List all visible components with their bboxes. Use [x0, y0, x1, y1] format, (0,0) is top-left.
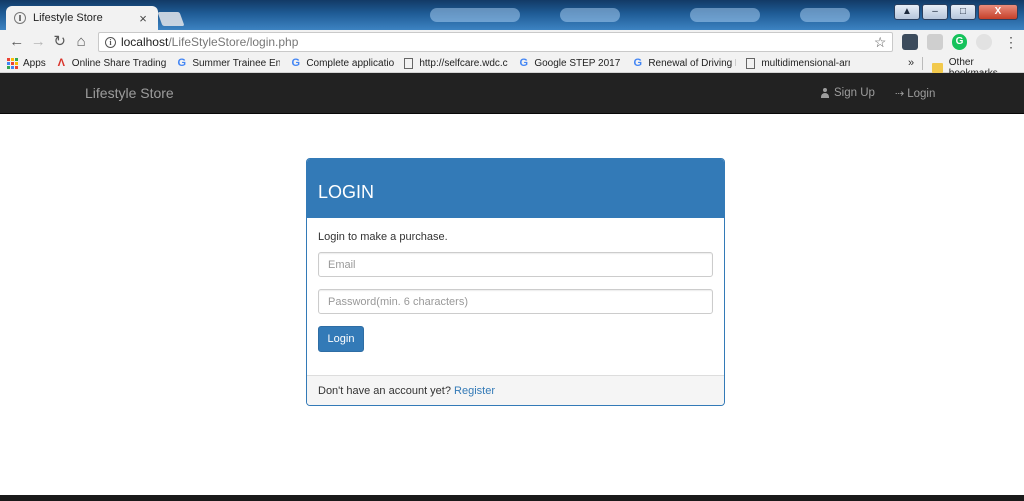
- register-prompt: Don't have an account yet?: [318, 385, 451, 397]
- login-panel: LOGIN Login to make a purchase. Login Do…: [306, 158, 725, 406]
- login-footer: Don't have an account yet? Register: [307, 375, 724, 405]
- page-favicon-icon: [14, 12, 26, 24]
- bookmark-label: multidimensional-arr: [761, 57, 851, 69]
- titlebar-glow: [560, 8, 620, 22]
- site-info-icon[interactable]: i: [104, 36, 116, 48]
- url-host: localhost: [120, 35, 169, 49]
- log-in-icon: ⇢: [895, 88, 905, 100]
- folder-icon: [932, 63, 943, 73]
- login-hint: Login to make a purchase.: [318, 231, 448, 243]
- tab-close-icon[interactable]: ×: [136, 11, 150, 26]
- google-icon: G: [177, 57, 187, 69]
- bottom-edge-bar: [0, 495, 1024, 501]
- register-link[interactable]: Register: [454, 385, 495, 397]
- address-bar[interactable]: i localhost/LifeStyleStore/login.php ☆: [97, 32, 894, 52]
- page-icon: [746, 57, 756, 69]
- bookmark-label: Summer Trainee Engi: [192, 57, 281, 69]
- password-input[interactable]: [318, 289, 713, 314]
- window-controls: ▲ – □ X: [894, 4, 1018, 20]
- url-path: /LifeStyleStore/login.php: [168, 35, 299, 49]
- tab-title: Lifestyle Store: [33, 12, 103, 24]
- window-close-button[interactable]: X: [978, 4, 1018, 20]
- bookmark-label: Complete application: [306, 57, 395, 69]
- site-navbar: Lifestyle Store Sign Up ⇢ Login: [0, 73, 1024, 114]
- login-form: Login to make a purchase. Login: [307, 218, 724, 375]
- window-maximize-button[interactable]: □: [950, 4, 976, 20]
- bookmark-label: http://selfcare.wdc.co: [419, 57, 509, 69]
- page-root: Lifestyle Store × ▲ – □ X ← → ↻ ⌂ i loca…: [0, 0, 1024, 501]
- site-brand[interactable]: Lifestyle Store: [85, 85, 174, 101]
- apps-icon: [7, 57, 18, 69]
- nav-signup-link[interactable]: Sign Up: [820, 87, 875, 99]
- google-icon: G: [291, 57, 301, 69]
- bookmarks-overflow-icon[interactable]: »: [908, 57, 914, 69]
- page-icon: [404, 57, 414, 69]
- titlebar-glow: [690, 8, 760, 22]
- bookmark-item[interactable]: G Summer Trainee Engi: [176, 57, 281, 69]
- browser-menu-icon[interactable]: ⋮: [1004, 34, 1018, 51]
- titlebar-glow: [430, 8, 520, 22]
- bookmark-label: Apps: [23, 57, 46, 69]
- google-icon: G: [519, 57, 529, 69]
- bookmark-label: Renewal of Driving Li: [648, 57, 737, 69]
- home-icon[interactable]: ⌂: [70, 32, 91, 52]
- login-submit-button[interactable]: Login: [318, 326, 364, 352]
- nav-login-link[interactable]: ⇢ Login: [895, 87, 936, 101]
- user-icon: [820, 88, 830, 98]
- window-profile-icon[interactable]: ▲: [894, 4, 920, 20]
- nav-signup-label: Sign Up: [834, 87, 875, 99]
- login-heading: LOGIN: [307, 159, 724, 218]
- bookmark-star-icon[interactable]: ☆: [874, 34, 887, 51]
- browser-tab[interactable]: Lifestyle Store ×: [6, 6, 158, 30]
- google-icon: G: [633, 57, 643, 69]
- extension-icon[interactable]: [927, 34, 943, 50]
- bookmark-item[interactable]: Λ Online Share Trading: [56, 58, 167, 69]
- bookmark-label: Online Share Trading: [71, 57, 167, 69]
- grammarly-icon[interactable]: G: [951, 34, 968, 50]
- browser-toolbar: ← → ↻ ⌂ i localhost/LifeStyleStore/login…: [0, 30, 1024, 54]
- extension-icon[interactable]: [902, 34, 919, 50]
- new-tab-button[interactable]: [157, 12, 185, 26]
- bookmark-label: Google STEP 2017 - S: [534, 57, 622, 69]
- nav-login-label: Login: [907, 87, 936, 100]
- bookmark-item[interactable]: G Google STEP 2017 - S: [518, 57, 623, 69]
- forward-arrow-icon[interactable]: →: [27, 32, 48, 52]
- bookmarks-divider: [922, 57, 923, 70]
- reload-icon[interactable]: ↻: [49, 32, 70, 52]
- bookmark-item[interactable]: http://selfcare.wdc.co: [404, 57, 509, 69]
- bookmark-item[interactable]: G Renewal of Driving Li: [632, 57, 737, 69]
- titlebar-glow: [800, 8, 850, 22]
- back-arrow-icon[interactable]: ←: [6, 32, 27, 52]
- bookmark-apps[interactable]: Apps: [7, 57, 46, 69]
- extension-icon[interactable]: [976, 34, 992, 50]
- bookmark-item[interactable]: G Complete application: [290, 57, 395, 69]
- a-logo-icon: Λ: [57, 57, 65, 69]
- bookmarks-bar: Apps Λ Online Share Trading G Summer Tra…: [0, 54, 1024, 79]
- browser-tab-strip: Lifestyle Store × ▲ – □ X: [0, 0, 1024, 30]
- email-input[interactable]: [318, 252, 713, 277]
- window-minimize-button[interactable]: –: [922, 4, 948, 20]
- bookmark-item[interactable]: multidimensional-arr: [746, 57, 851, 69]
